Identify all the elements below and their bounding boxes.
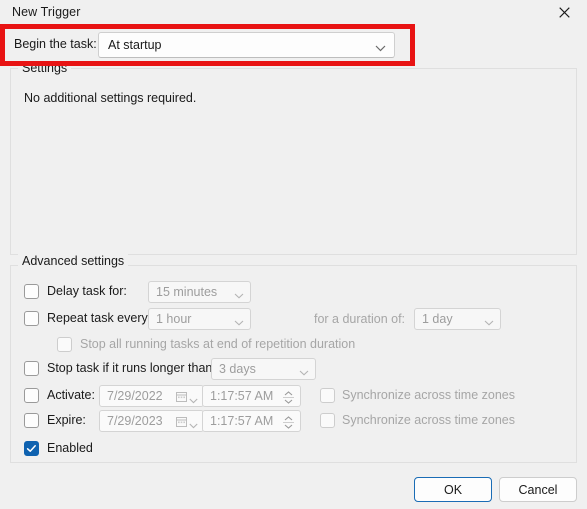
stop-longer-value: 3 days: [219, 362, 256, 376]
expire-time-spinner[interactable]: 1:17:57 AM: [202, 410, 301, 432]
activate-sync-label: Synchronize across time zones: [342, 388, 515, 402]
activate-time-spinner[interactable]: 1:17:57 AM: [202, 385, 301, 407]
enabled-label: Enabled: [47, 441, 93, 455]
calendar-icon: [176, 416, 187, 430]
enabled-checkbox[interactable]: [24, 441, 39, 456]
repeat-duration-value: 1 day: [422, 312, 453, 326]
activate-date-picker[interactable]: 7/29/2022: [99, 385, 204, 407]
delay-task-label: Delay task for:: [47, 284, 127, 298]
repeat-duration-label: for a duration of:: [314, 312, 406, 326]
begin-task-label: Begin the task:: [14, 37, 97, 51]
ok-button[interactable]: OK: [414, 477, 492, 502]
repeat-task-value: 1 hour: [156, 312, 192, 326]
spinner-up-icon: [284, 415, 293, 420]
delay-task-dropdown[interactable]: 15 minutes: [148, 281, 251, 303]
spinner-down-icon: [284, 424, 293, 429]
begin-task-row: Begin the task: At startup: [0, 30, 587, 60]
stop-longer-label: Stop task if it runs longer than:: [47, 361, 216, 375]
begin-task-selected-value: At startup: [108, 38, 162, 52]
activate-date-value: 7/29/2022: [107, 389, 163, 403]
expire-time-value: 1:17:57 AM: [210, 414, 274, 428]
chevron-down-icon: [375, 41, 386, 55]
cancel-button[interactable]: Cancel: [499, 477, 577, 502]
repeat-task-dropdown[interactable]: 1 hour: [148, 308, 251, 330]
activate-sync-checkbox[interactable]: [320, 388, 335, 403]
expire-time-spin-buttons[interactable]: [281, 412, 296, 432]
expire-sync-checkbox[interactable]: [320, 413, 335, 428]
activate-checkbox[interactable]: [24, 388, 39, 403]
chevron-down-icon: [189, 393, 198, 407]
spinner-up-icon: [284, 390, 293, 395]
chevron-down-icon: [189, 418, 198, 432]
begin-task-dropdown[interactable]: At startup: [98, 32, 395, 58]
stop-repetition-label: Stop all running tasks at end of repetit…: [80, 337, 356, 351]
spinner-divider: [283, 396, 294, 398]
expire-label: Expire:: [47, 413, 86, 427]
close-button[interactable]: [542, 0, 587, 24]
activate-time-value: 1:17:57 AM: [210, 389, 274, 403]
advanced-settings-group-caption: Advanced settings: [18, 254, 129, 268]
spinner-down-icon: [284, 399, 293, 404]
expire-checkbox[interactable]: [24, 413, 39, 428]
expire-date-picker[interactable]: 7/29/2023: [99, 410, 204, 432]
spinner-divider: [283, 421, 294, 423]
chevron-down-icon: [299, 365, 309, 379]
chevron-down-icon: [234, 288, 244, 302]
repeat-task-checkbox[interactable]: [24, 311, 39, 326]
window-title: New Trigger: [12, 5, 81, 19]
close-icon: [559, 6, 570, 18]
delay-task-checkbox[interactable]: [24, 284, 39, 299]
repeat-duration-dropdown[interactable]: 1 day: [414, 308, 501, 330]
stop-longer-checkbox[interactable]: [24, 361, 39, 376]
calendar-icon: [176, 391, 187, 405]
checkmark-icon: [26, 445, 36, 452]
repeat-task-label: Repeat task every:: [47, 311, 152, 325]
delay-task-value: 15 minutes: [156, 285, 218, 299]
activate-label: Activate:: [47, 388, 95, 402]
expire-sync-label: Synchronize across time zones: [342, 413, 515, 427]
stop-longer-dropdown[interactable]: 3 days: [211, 358, 316, 380]
settings-group-caption: Settings: [18, 61, 72, 75]
stop-repetition-checkbox[interactable]: [57, 337, 72, 352]
chevron-down-icon: [484, 315, 494, 329]
activate-time-spin-buttons[interactable]: [281, 387, 296, 407]
chevron-down-icon: [234, 315, 244, 329]
title-bar: New Trigger: [0, 0, 587, 24]
expire-date-value: 7/29/2023: [107, 414, 163, 428]
settings-message: No additional settings required.: [24, 91, 197, 105]
